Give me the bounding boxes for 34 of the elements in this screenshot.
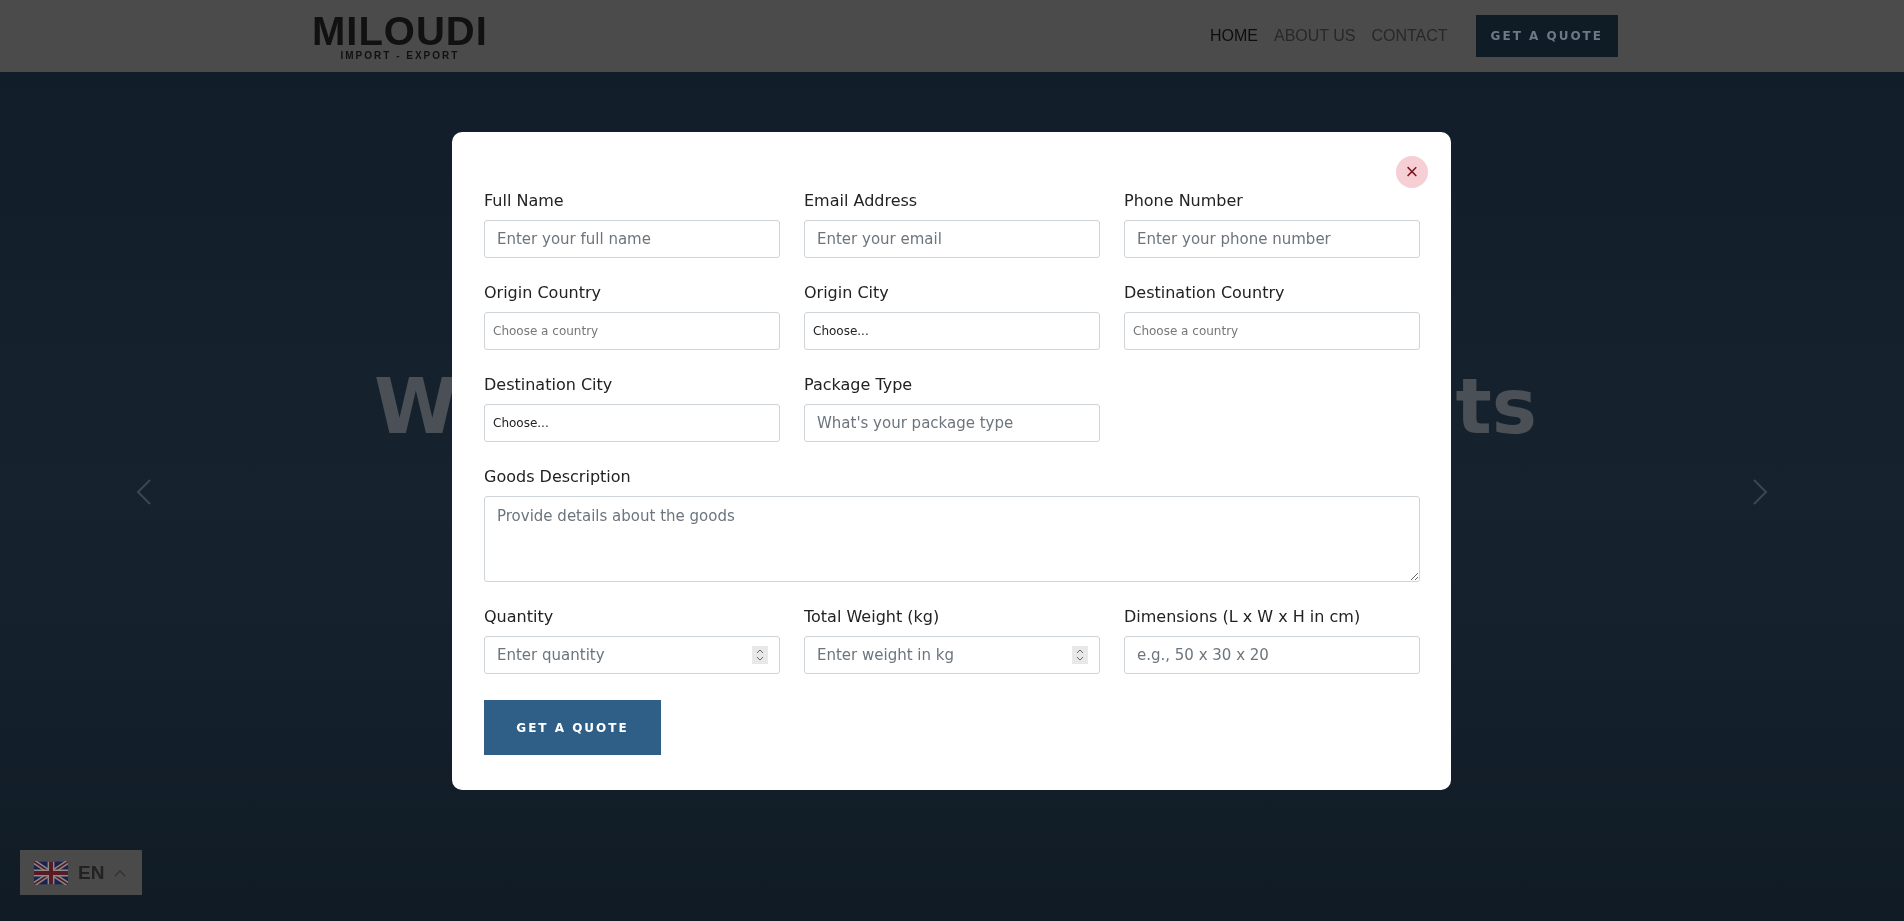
field-label: Email Address (804, 190, 919, 212)
select-field[interactable]: Choose a country (484, 312, 780, 350)
logo-tagline: IMPORT - EXPORT (340, 51, 460, 61)
input-field[interactable]: Enter your phone number (1124, 220, 1420, 258)
field-label: Phone Number (1124, 190, 1244, 212)
field-label: Destination City (484, 374, 614, 396)
field-label: Package Type (804, 374, 914, 396)
field-label: Full Name (484, 190, 565, 212)
field-label: Dimensions (L x W x H in cm) (1124, 606, 1362, 628)
spinner-icon[interactable] (752, 646, 768, 664)
nav-link[interactable]: HOME (1209, 27, 1258, 45)
input-field[interactable]: Enter your full name (484, 220, 780, 258)
field-label: Total Weight (kg) (804, 606, 941, 628)
get-quote-button[interactable]: GET A QUOTE (1475, 15, 1618, 57)
input-field[interactable]: e.g., 50 x 30 x 20 (1124, 636, 1420, 674)
select-field[interactable]: Choose... (804, 312, 1100, 350)
get-quote-submit-button[interactable]: GET A QUOTE (484, 700, 661, 755)
number-field[interactable]: Enter weight in kg (804, 636, 1100, 674)
input-field[interactable]: What's your package type (804, 404, 1100, 442)
field-label: Quantity (484, 606, 555, 628)
close-button[interactable]: × (1396, 156, 1428, 188)
field-label: Origin Country (484, 282, 602, 304)
select-field[interactable]: Choose a country (1124, 312, 1420, 350)
field-label: Goods Description (484, 466, 632, 488)
logo[interactable]: MILOUDI IMPORT - EXPORT (312, 11, 488, 61)
field-label: Origin City (804, 282, 890, 304)
input-field[interactable]: Enter your email (804, 220, 1100, 258)
logo-name: MILOUDI (312, 11, 488, 51)
number-field[interactable]: Enter quantity (484, 636, 780, 674)
spinner-icon[interactable] (1072, 646, 1088, 664)
field-label: Destination Country (1124, 282, 1286, 304)
textarea-field[interactable]: Provide details about the goods (484, 496, 1420, 582)
flag-icon (34, 860, 68, 885)
select-field[interactable]: Choose... (484, 404, 780, 442)
